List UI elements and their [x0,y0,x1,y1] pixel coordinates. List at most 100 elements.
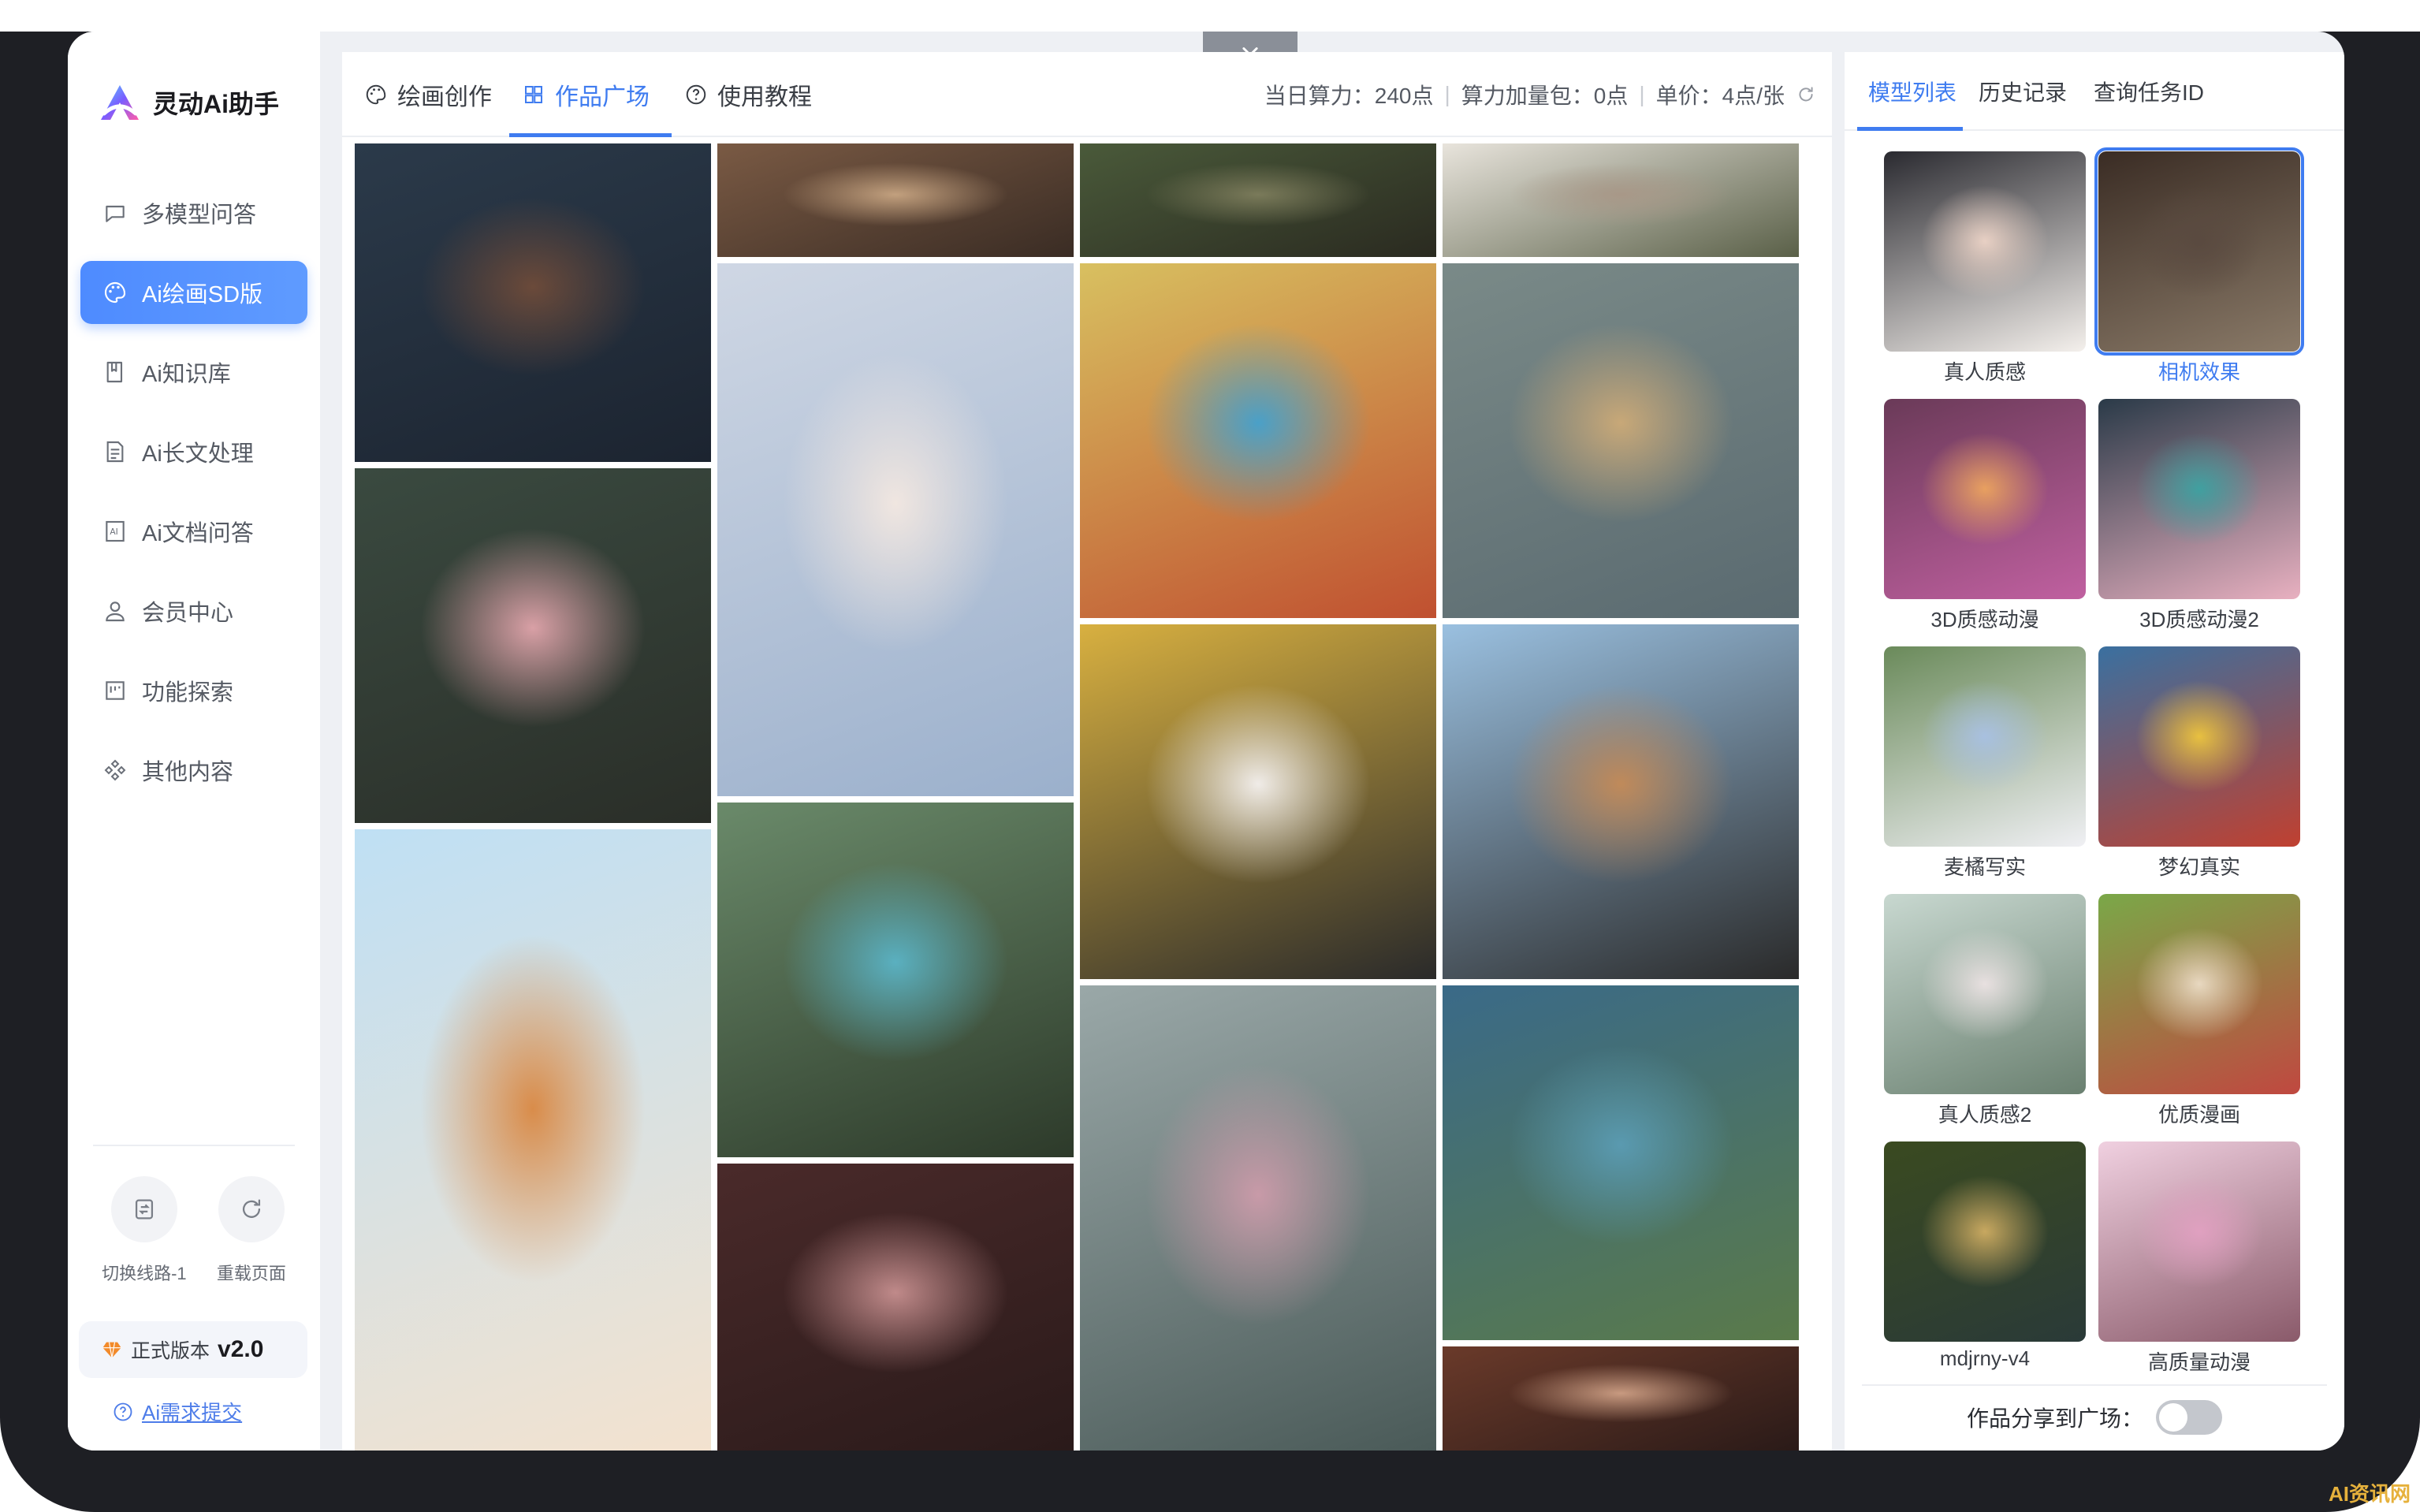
gallery-image[interactable] [1080,624,1436,979]
main-content: 绘画创作 作品广场 使用教程 当日算力：240点 | 算力加量包：0点 | 单价… [342,52,1832,1451]
sidebar-item-label: Ai长文处理 [142,441,254,467]
sidebar-divider [93,1145,295,1146]
tab-history[interactable]: 历史记录 [1979,52,2067,131]
gallery-image[interactable] [717,143,1074,257]
sidebar-nav: 多模型问答 Ai绘画SD版 Ai知识库 Ai长文处理 AI Ai文档问答 会员中… [80,181,307,818]
model-thumbnail[interactable] [1884,646,2086,847]
model-thumbnail[interactable] [1884,399,2086,599]
reload-page-button[interactable]: 重载页面 [217,1176,286,1285]
gallery-image[interactable] [1443,624,1799,979]
switch-route-label: 切换线路-1 [102,1264,187,1283]
gallery-image[interactable] [1080,263,1436,618]
model-thumbnail[interactable] [2094,147,2304,356]
gallery-image[interactable] [355,468,711,823]
model-thumbnail[interactable] [1884,151,2086,352]
share-label: 作品分享到广场： [1966,1406,2143,1431]
gallery-image[interactable] [717,1164,1074,1451]
model-card[interactable]: 麦橘写实 [1884,646,2086,881]
gallery-image[interactable] [1443,985,1799,1340]
tab-drawing-creation[interactable]: 绘画创作 [364,52,492,137]
model-card[interactable]: 3D质感动漫2 [2098,399,2300,633]
sidebar-item-ai-drawing-sd[interactable]: Ai绘画SD版 [80,261,307,324]
grid-diamond-icon [104,759,126,781]
book-icon [106,361,123,383]
sidebar-item-label: 其他内容 [142,760,234,785]
app-logo[interactable]: 灵动Ai助手 [98,82,279,123]
model-panel: 模型列表 历史记录 查询任务ID 真人质感 相机效果 3D质感动漫 3D质感动漫… [1845,52,2344,1451]
tab-label: 作品广场 [555,84,650,110]
tab-label: 使用教程 [717,84,812,110]
ai-doc-icon: AI [106,520,125,542]
sidebar-item-ai-long-text[interactable]: Ai长文处理 [80,420,307,483]
stats-separator: | [1444,82,1450,106]
gallery-image[interactable] [355,143,711,462]
model-card[interactable]: mdjrny-v4 [1884,1141,2086,1371]
grid-icon [525,86,542,103]
model-card[interactable]: 3D质感动漫 [1884,399,2086,633]
sidebar-item-ai-knowledge-base[interactable]: Ai知识库 [80,341,307,404]
model-thumbnail[interactable] [2098,399,2300,599]
sidebar-item-feature-explore[interactable]: 功能探索 [80,659,307,722]
sidebar-item-label: Ai知识库 [142,362,231,387]
version-label: 正式版本 [131,1340,210,1362]
tab-label: 绘画创作 [397,84,492,110]
gallery-image[interactable] [1443,1346,1799,1451]
gallery-image[interactable] [1080,985,1436,1451]
reload-icon [242,1199,260,1218]
model-thumbnail[interactable] [1884,894,2086,1094]
sidebar-item-label: 功能探索 [142,680,234,706]
model-card[interactable]: 真人质感2 [1884,894,2086,1128]
tab-works-gallery[interactable]: 作品广场 [522,52,650,137]
gallery-image[interactable] [717,263,1074,796]
tab-label: 查询任务ID [2094,80,2205,105]
logo-icon [101,85,139,120]
watermark-logo: AI资讯网 [2328,1482,2411,1506]
gallery-image[interactable] [355,829,711,1451]
model-name: 3D质感动漫 [1930,608,2039,631]
sidebar-item-other-content[interactable]: 其他内容 [80,739,307,802]
sidebar-item-multi-model-qa[interactable]: 多模型问答 [80,181,307,244]
model-panel-tabs: 模型列表 历史记录 查询任务ID [1845,52,2344,131]
share-to-gallery: 作品分享到广场： [1845,1400,2344,1435]
switch-route-icon [135,1199,153,1220]
model-card[interactable]: 高质量动漫 [2098,1141,2300,1376]
gallery-image[interactable] [1080,143,1436,257]
reload-page-circle[interactable] [218,1176,285,1242]
tab-model-list[interactable]: 模型列表 [1868,52,1956,131]
question-circle-icon [114,1402,132,1421]
chat-bubble-icon [106,205,125,222]
tab-tutorial[interactable]: 使用教程 [684,52,812,137]
gallery-image[interactable] [1443,143,1799,257]
gallery-image[interactable] [1443,263,1799,618]
unit-price: 单价：4点/张 [1655,84,1785,108]
gallery-image[interactable] [717,803,1074,1157]
svg-text:AI: AI [110,527,117,537]
switch-route-button[interactable]: 切换线路-1 [102,1176,187,1285]
user-icon [106,601,125,622]
model-name: 3D质感动漫2 [2139,608,2259,631]
tab-query-task-id[interactable]: 查询任务ID [2094,52,2204,131]
sidebar-item-member-center[interactable]: 会员中心 [80,579,307,642]
model-card[interactable]: 真人质感 [1884,151,2086,385]
sidebar-item-ai-doc-qa[interactable]: AI Ai文档问答 [80,500,307,563]
reload-page-label: 重载页面 [216,1264,286,1283]
explore-icon [106,681,125,700]
share-toggle[interactable] [2156,1400,2222,1435]
share-divider [1862,1384,2327,1386]
model-card[interactable]: 优质漫画 [2098,894,2300,1128]
model-thumbnail[interactable] [2098,646,2300,847]
model-thumbnail[interactable] [2098,1141,2300,1342]
model-thumbnail[interactable] [2098,894,2300,1094]
model-thumbnail[interactable] [1884,1141,2086,1342]
model-name: 梦幻真实 [2158,855,2240,879]
model-card[interactable]: 相机效果 [2094,147,2304,385]
model-name: 真人质感2 [1938,1103,2032,1127]
refresh-icon[interactable] [1796,84,1816,105]
palette-icon [104,281,126,304]
diamond-icon [102,1342,121,1358]
feedback-link[interactable]: Ai需求提交 [112,1397,242,1426]
tab-label: 历史记录 [1979,80,2068,105]
switch-route-circle[interactable] [110,1176,177,1242]
sidebar-tools: 切换线路-1 重载页面 [87,1176,301,1285]
model-card[interactable]: 梦幻真实 [2098,646,2300,881]
